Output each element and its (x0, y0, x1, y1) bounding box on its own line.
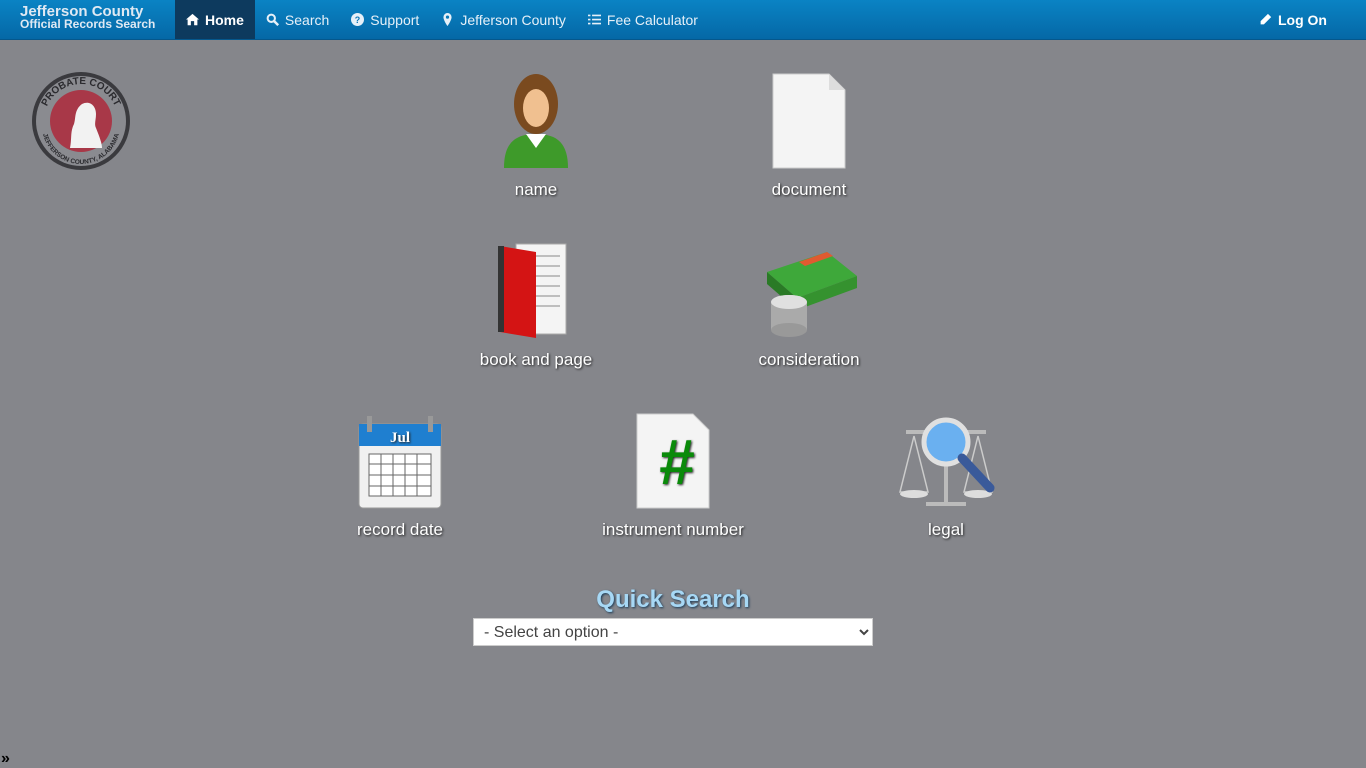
quick-search-title: Quick Search (596, 586, 750, 613)
tile-label: legal (928, 520, 964, 539)
sidebar-toggle[interactable]: » (1, 750, 10, 768)
book-icon (498, 243, 567, 338)
nav-support[interactable]: ? Support (340, 0, 430, 39)
probate-court-seal-logo: PROBATE COURT JEFFERSON COUNTY, ALABAMA (32, 72, 130, 170)
search-by-legal[interactable]: legal (836, 412, 1056, 540)
nav-label: Home (205, 11, 244, 28)
svg-text:?: ? (355, 15, 360, 25)
question-icon: ? (351, 13, 365, 26)
person-icon (504, 74, 568, 168)
brand-subtitle: Official Records Search (20, 17, 156, 31)
nav-label: Fee Calculator (606, 11, 698, 28)
document-icon (772, 73, 846, 169)
tile-label: record date (357, 520, 443, 539)
svg-text:#: # (659, 426, 695, 498)
search-icon (266, 13, 279, 26)
pencil-icon (1260, 13, 1272, 25)
tile-label: name (514, 180, 558, 199)
nav-label: Jefferson County (460, 11, 566, 28)
scales-magnifier-icon (899, 417, 995, 506)
nav-home[interactable]: Home (175, 0, 255, 39)
tile-label: document (771, 180, 847, 199)
search-by-consideration[interactable]: consideration (699, 242, 919, 370)
search-by-record-date[interactable]: Jul record date (290, 412, 510, 540)
nav-label: Search (284, 11, 330, 28)
top-navbar: Jefferson County Official Records Search … (0, 0, 1366, 40)
map-marker-icon (443, 13, 452, 26)
tile-label: instrument number (602, 520, 744, 539)
brand[interactable]: Jefferson County Official Records Search (0, 0, 175, 39)
tile-label: consideration (758, 350, 860, 369)
calendar-icon: Jul (358, 416, 442, 509)
search-by-document[interactable]: document (699, 72, 919, 200)
search-by-book-and-page[interactable]: book and page (426, 242, 646, 370)
tile-label: book and page (479, 350, 593, 369)
list-icon (587, 14, 601, 25)
hash-document-icon: # (636, 413, 710, 509)
search-by-name[interactable]: name (426, 72, 646, 200)
nav-fee-calculator[interactable]: Fee Calculator (577, 0, 709, 39)
log-on-button[interactable]: Log On (1248, 0, 1338, 39)
login-label: Log On (1278, 11, 1327, 28)
money-icon (767, 252, 857, 337)
quick-search: Quick Search - Select an option - (473, 586, 873, 646)
nav-jefferson-county[interactable]: Jefferson County (430, 0, 577, 39)
home-icon (186, 13, 199, 26)
search-by-instrument-number[interactable]: # instrument number (563, 412, 783, 540)
nav-search[interactable]: Search (255, 0, 340, 39)
nav-label: Support (370, 11, 420, 28)
quick-search-select[interactable]: - Select an option - (473, 618, 873, 646)
calendar-month: Jul (390, 430, 410, 446)
